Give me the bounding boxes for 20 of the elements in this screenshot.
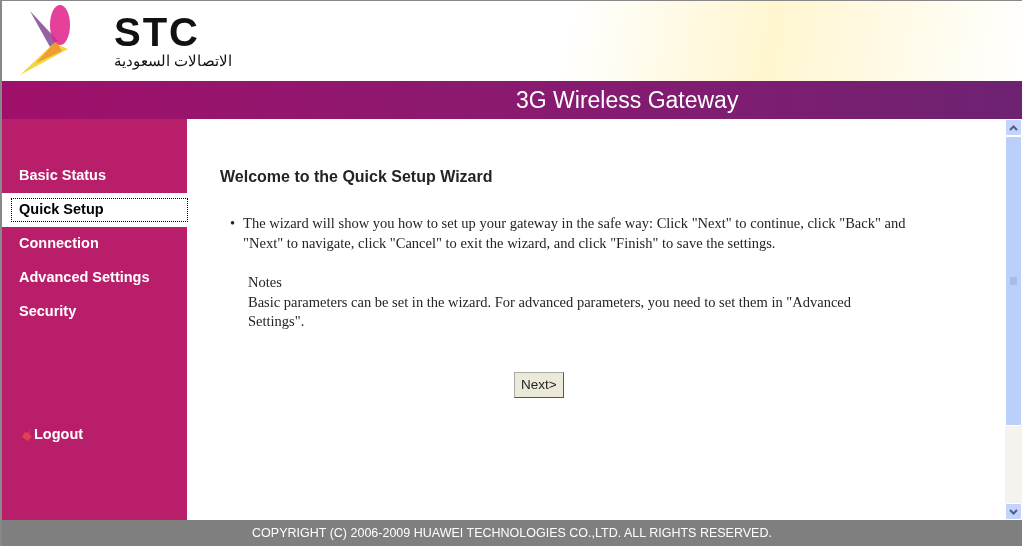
logo-text: STC — [114, 12, 201, 52]
sidebar-item[interactable]: Advanced Settings — [2, 261, 187, 295]
sidebar-item[interactable]: Quick Setup — [2, 193, 187, 227]
sidebar-item[interactable]: Basic Status — [2, 159, 187, 193]
notes-label: Notes — [248, 273, 283, 293]
sidebar-item[interactable]: Connection — [2, 227, 187, 261]
logout-icon — [20, 428, 34, 443]
notes-text: Basic parameters can be set in the wizard. For advanced parameters, you need to set them in "Advanced Settings". — [248, 292, 852, 332]
logout-link[interactable]: Logout — [2, 424, 187, 446]
logo-subtitle: الاتصالات السعودية — [114, 52, 233, 70]
sidebar-item[interactable]: Security — [2, 295, 187, 329]
instruction-text: The wizard will show you how to set up your gateway in the safe way: Click "Next" to continue, click "Back" and "Next" to navigate, click "Cancel" to exit the wizard, and click "Finish" to save the settings. — [243, 214, 907, 253]
copyright-text: COPYRIGHT (C) 2006-2009 HUAWEI TECHNOLOGIES CO.,LTD. ALL RIGHTS RESERVED. — [252, 524, 772, 542]
banner-title: 3G Wireless Gateway — [516, 85, 739, 115]
scroll-up-icon[interactable] — [1009, 124, 1018, 131]
scrollbar[interactable] — [1005, 119, 1022, 520]
scroll-down-icon[interactable] — [1009, 508, 1018, 515]
next-button[interactable]: Next> — [514, 372, 564, 399]
bullet-icon: • — [230, 214, 236, 254]
page-title: Welcome to the Quick Setup Wizard — [220, 167, 494, 187]
